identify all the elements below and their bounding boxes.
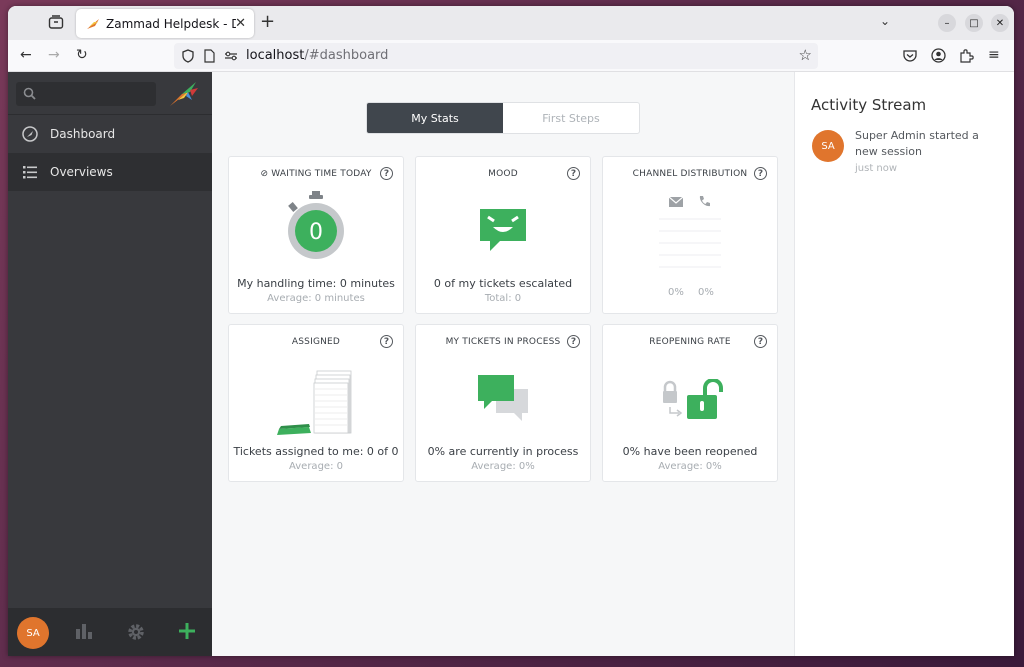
mood-graphic bbox=[416, 207, 590, 255]
pocket-icon[interactable] bbox=[903, 49, 917, 62]
stopwatch-small-icon: ⊘ bbox=[260, 169, 272, 179]
avatar[interactable]: SA bbox=[812, 130, 844, 162]
channel-email-percent: 0% bbox=[668, 287, 684, 298]
card-reopening-rate: REOPENING RATE ? 0% have been reopened A… bbox=[602, 324, 778, 482]
maximize-icon[interactable]: □ bbox=[965, 14, 983, 32]
tab-list-chevron-icon[interactable]: ⌄ bbox=[880, 14, 890, 28]
phone-icon bbox=[699, 196, 710, 207]
tab-close-icon[interactable]: ✕ bbox=[235, 16, 246, 31]
shield-icon[interactable] bbox=[182, 49, 194, 63]
stats-toggle: My Stats First Steps bbox=[366, 102, 640, 134]
card-sub-text: Average: 0 bbox=[289, 461, 343, 472]
card-title: ⊘ WAITING TIME TODAY bbox=[260, 169, 372, 179]
waiting-time-value: 0 bbox=[309, 220, 323, 245]
stopwatch-icon: 0 bbox=[288, 191, 344, 259]
card-sub-text: Total: 0 bbox=[484, 293, 522, 304]
help-icon[interactable]: ? bbox=[567, 335, 580, 348]
zammad-logo-icon[interactable] bbox=[168, 78, 200, 110]
card-waiting-time: ⊘ WAITING TIME TODAY ? 0 My handling tim… bbox=[228, 156, 404, 314]
zammad-app: Dashboard Overviews SA My Stats First St… bbox=[8, 72, 1014, 656]
sidebar: Dashboard Overviews SA bbox=[8, 72, 212, 656]
help-icon[interactable]: ? bbox=[567, 167, 580, 180]
card-assigned: ASSIGNED ? Tickets assigned to me: 0 of … bbox=[228, 324, 404, 482]
card-main-text: Tickets assigned to me: 0 of 0 bbox=[233, 445, 399, 458]
email-icon bbox=[669, 197, 683, 207]
tab-title: Zammad Helpdesk - Dash bbox=[106, 16, 236, 31]
help-icon[interactable]: ? bbox=[380, 335, 393, 348]
activity-entry-time: just now bbox=[855, 163, 898, 174]
card-main-text: 0 of my tickets escalated bbox=[433, 277, 573, 290]
smiley-chat-icon bbox=[480, 209, 526, 251]
list-icon bbox=[23, 166, 37, 179]
card-main-text: 0% have been reopened bbox=[622, 445, 758, 458]
stopwatch-graphic: 0 bbox=[229, 191, 403, 261]
card-title: ASSIGNED bbox=[291, 337, 341, 347]
account-icon[interactable] bbox=[931, 48, 946, 63]
permissions-icon[interactable] bbox=[224, 51, 238, 61]
tab-my-stats[interactable]: My Stats bbox=[367, 103, 503, 133]
card-tickets-in-process: MY TICKETS IN PROCESS ? 0% are currently… bbox=[415, 324, 591, 482]
activity-stream-panel: Activity Stream SA Super Admin started a… bbox=[794, 72, 1014, 656]
activity-stream-title: Activity Stream bbox=[811, 96, 927, 114]
card-title: CHANNEL DISTRIBUTION bbox=[632, 169, 748, 179]
menu-hamburger-icon[interactable]: ≡ bbox=[988, 47, 1000, 63]
help-icon[interactable]: ? bbox=[380, 167, 393, 180]
card-main-text: My handling time: 0 minutes bbox=[237, 277, 395, 290]
avatar[interactable]: SA bbox=[17, 617, 49, 649]
card-main-text: 0% are currently in process bbox=[427, 445, 579, 458]
channel-phone-percent: 0% bbox=[698, 287, 714, 298]
card-title: MOOD bbox=[488, 169, 518, 179]
tab-bar: Zammad Helpdesk - Dash ✕ + ⌄ – □ ✕ bbox=[8, 6, 1014, 40]
search-icon bbox=[23, 87, 36, 100]
back-icon[interactable]: ← bbox=[20, 47, 32, 63]
help-icon[interactable]: ? bbox=[754, 167, 767, 180]
card-title: MY TICKETS IN PROCESS bbox=[445, 337, 561, 347]
card-title: REOPENING RATE bbox=[649, 337, 731, 347]
card-channel-distribution: CHANNEL DISTRIBUTION ? 0% 0% bbox=[602, 156, 778, 314]
tab-overview-icon[interactable] bbox=[48, 15, 64, 29]
url-bar[interactable]: localhost/#dashboard ☆ bbox=[174, 43, 818, 69]
activity-entry-text[interactable]: Super Admin started a new session bbox=[855, 128, 1005, 160]
reports-bar-chart-icon[interactable] bbox=[75, 623, 93, 640]
help-icon[interactable]: ? bbox=[754, 335, 767, 348]
tab-first-steps[interactable]: First Steps bbox=[503, 103, 639, 133]
card-mood: MOOD ? 0 of my tickets escalated Total: … bbox=[415, 156, 591, 314]
reload-icon[interactable]: ↻ bbox=[76, 47, 88, 63]
dashboard-icon bbox=[22, 126, 38, 142]
url-text[interactable]: localhost/#dashboard bbox=[246, 48, 388, 63]
sidebar-bottom-bar: SA bbox=[8, 608, 212, 656]
chat-bubbles-icon bbox=[478, 375, 528, 421]
settings-gear-icon[interactable] bbox=[127, 623, 145, 641]
channel-bar-grid bbox=[659, 218, 721, 268]
url-host: localhost bbox=[246, 48, 305, 63]
sidebar-item-overviews[interactable]: Overviews bbox=[8, 153, 212, 191]
minimize-icon[interactable]: – bbox=[938, 14, 956, 32]
extensions-icon[interactable] bbox=[959, 48, 974, 63]
page-icon[interactable] bbox=[204, 49, 215, 63]
ticket-stack-icon bbox=[277, 370, 352, 435]
nav-bar: ← → ↻ localhost/#dashboard ☆ ≡ bbox=[8, 40, 1014, 72]
new-tab-icon[interactable]: + bbox=[260, 11, 275, 32]
sidebar-item-label: Dashboard bbox=[50, 127, 116, 141]
url-path: /#dashboard bbox=[304, 48, 389, 63]
forward-icon[interactable]: → bbox=[48, 47, 60, 63]
zammad-favicon-icon bbox=[87, 18, 99, 29]
add-plus-icon[interactable] bbox=[179, 623, 195, 639]
sidebar-item-label: Overviews bbox=[50, 165, 113, 179]
sidebar-item-dashboard[interactable]: Dashboard bbox=[8, 115, 212, 153]
card-sub-text: Average: 0 minutes bbox=[267, 293, 365, 304]
browser-tab[interactable]: Zammad Helpdesk - Dash ✕ bbox=[76, 9, 254, 38]
browser-window: Zammad Helpdesk - Dash ✕ + ⌄ – □ ✕ ← → ↻ bbox=[8, 6, 1014, 656]
card-sub-text: Average: 0% bbox=[471, 461, 535, 472]
search-input[interactable] bbox=[16, 82, 156, 106]
card-sub-text: Average: 0% bbox=[658, 461, 722, 472]
unlock-icon bbox=[663, 379, 723, 419]
bookmark-star-icon[interactable]: ☆ bbox=[799, 46, 812, 64]
close-window-icon[interactable]: ✕ bbox=[991, 14, 1009, 32]
dashboard-main: My Stats First Steps ⊘ WAITING TIME TODA… bbox=[212, 72, 794, 656]
